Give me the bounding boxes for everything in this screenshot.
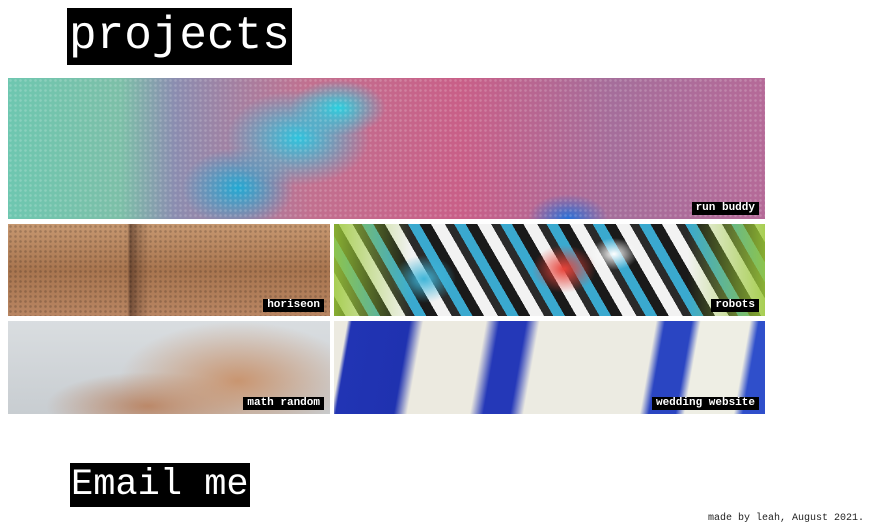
project-tile-robots[interactable]: robots: [334, 224, 765, 316]
page-title: projects: [67, 8, 292, 65]
project-label: robots: [711, 299, 759, 312]
project-label: horiseon: [263, 299, 324, 312]
project-label: wedding website: [651, 397, 759, 410]
project-tile-horiseon[interactable]: horiseon: [8, 224, 330, 316]
tile-image: [334, 224, 765, 316]
project-label: math random: [243, 397, 324, 410]
email-link[interactable]: Email me: [70, 463, 250, 507]
project-label: run buddy: [691, 202, 759, 215]
tile-image: [8, 78, 765, 219]
project-tile-wedding-website[interactable]: wedding website: [334, 321, 765, 414]
project-tile-math-random[interactable]: math random: [8, 321, 330, 414]
project-tile-run-buddy[interactable]: run buddy: [8, 78, 765, 219]
footer-credit: made by leah, August 2021.: [707, 513, 864, 524]
